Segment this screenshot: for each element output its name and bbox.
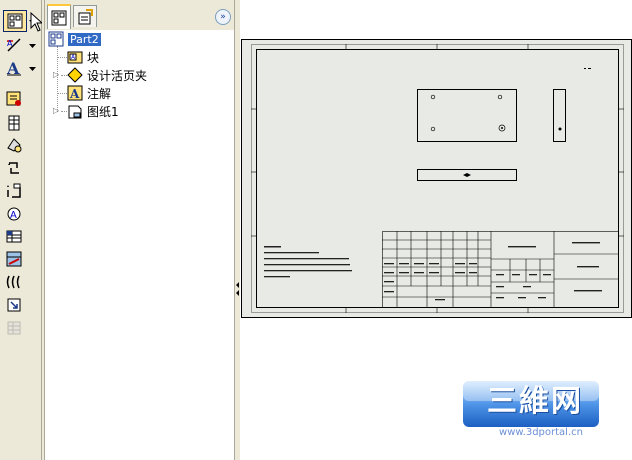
tree-item-label: 注解 bbox=[87, 86, 112, 101]
tree-root-part[interactable]: Part2 bbox=[48, 30, 101, 48]
note-tool-icon[interactable] bbox=[3, 89, 25, 109]
table-tool-icon[interactable] bbox=[3, 113, 25, 133]
bom-tool-icon bbox=[3, 318, 25, 338]
tree-item-annotations[interactable]: A 注解 bbox=[67, 84, 111, 102]
property-manager-icon bbox=[78, 8, 93, 24]
tree-item-sheet[interactable]: 图纸1 bbox=[67, 102, 119, 120]
tab-feature-tree[interactable] bbox=[47, 4, 71, 29]
svg-text:A: A bbox=[69, 87, 80, 101]
weld-table-icon[interactable] bbox=[3, 249, 25, 269]
svg-text:A: A bbox=[7, 39, 13, 48]
surface-finish-icon[interactable]: A bbox=[3, 203, 25, 223]
svg-text:A: A bbox=[10, 210, 17, 221]
drawing-sheet[interactable] bbox=[241, 39, 632, 318]
watermark-logo: 三維网 www.3dportal.cn bbox=[461, 381, 601, 441]
feature-manager-tabs: » bbox=[45, 0, 235, 30]
tree-connector bbox=[57, 93, 67, 94]
svg-text:A: A bbox=[6, 59, 20, 77]
dropdown-arrow-icon[interactable] bbox=[29, 65, 36, 72]
expand-icon[interactable]: ▷ bbox=[53, 106, 59, 115]
insert-block-icon[interactable] bbox=[3, 295, 25, 315]
feature-tree-icon bbox=[51, 10, 67, 25]
feature-manager-panel: » Part2 A 块 ▷ 设计活页夹 A 注解 ▷ 图纸1 bbox=[44, 0, 235, 460]
balloon-icon[interactable] bbox=[3, 135, 25, 155]
tree-item-label: 图纸1 bbox=[87, 104, 119, 119]
block-icon: A bbox=[67, 49, 83, 65]
tree-root-label: Part2 bbox=[68, 32, 101, 46]
sheet-icon bbox=[67, 103, 83, 119]
watermark-url: www.3dportal.cn bbox=[499, 427, 583, 438]
feature-tree: Part2 A 块 ▷ 设计活页夹 A 注解 ▷ 图纸1 bbox=[45, 30, 235, 460]
annotations-icon: A bbox=[67, 85, 83, 101]
design-binder-icon bbox=[67, 67, 83, 83]
tree-item-design-binder[interactable]: 设计活页夹 bbox=[67, 66, 147, 84]
expand-icon[interactable]: ▷ bbox=[53, 70, 59, 79]
hole-table-icon[interactable] bbox=[3, 226, 25, 246]
tree-item-label: 块 bbox=[87, 50, 100, 65]
tree-connector bbox=[57, 46, 58, 112]
collapse-symbol: » bbox=[220, 11, 226, 22]
drawing-toolbar: A A A bbox=[0, 0, 44, 460]
tree-connector bbox=[57, 57, 67, 58]
tree-item-block[interactable]: A 块 bbox=[67, 48, 99, 66]
align-icon[interactable] bbox=[3, 272, 25, 292]
collapse-panel-button[interactable]: » bbox=[215, 9, 231, 25]
dropdown-arrow-icon[interactable] bbox=[29, 42, 36, 49]
part-icon bbox=[48, 31, 64, 47]
tree-item-label: 设计活页夹 bbox=[87, 68, 148, 83]
tab-property-manager[interactable] bbox=[73, 5, 97, 27]
auto-balloon-icon[interactable] bbox=[3, 181, 25, 201]
watermark-main-text: 三維网 bbox=[487, 384, 583, 419]
text-icon[interactable]: A bbox=[3, 58, 25, 78]
annotation-icon[interactable]: A bbox=[3, 35, 25, 55]
model-view-icon[interactable] bbox=[3, 10, 27, 32]
reorder-icon[interactable] bbox=[3, 158, 25, 178]
